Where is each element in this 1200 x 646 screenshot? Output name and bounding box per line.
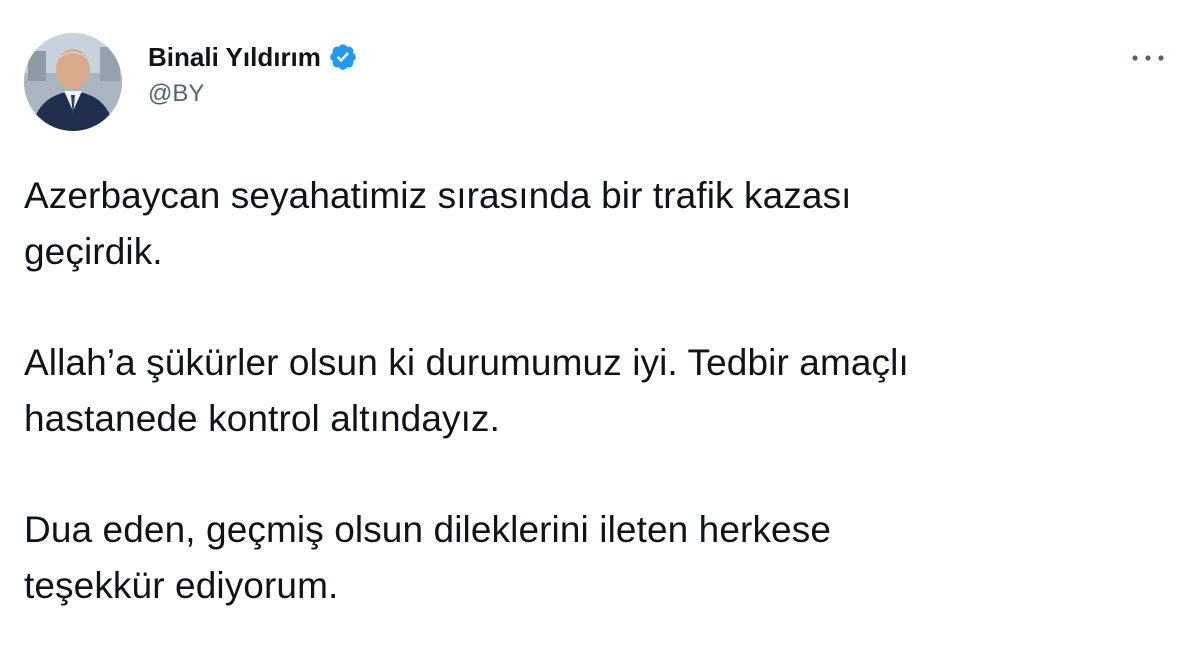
author-display-name[interactable]: Binali Yıldırım [148, 42, 321, 73]
author-handle[interactable]: @BY [148, 80, 358, 108]
author-identity: Binali Yıldırım @BY [148, 40, 358, 108]
verified-badge-icon [328, 42, 358, 72]
tweet-text: Azerbaycan seyahatimiz sırasında bir tra… [24, 168, 1164, 646]
name-row: Binali Yıldırım [148, 40, 358, 74]
tweet-paragraph-2: Allah’a şükürler olsun ki durumumuz iyi.… [24, 342, 909, 439]
tweet-header: Binali Yıldırım @BY [24, 33, 1176, 133]
more-horizontal-icon [1132, 55, 1164, 61]
author-avatar[interactable] [24, 33, 122, 131]
more-options-button[interactable] [1128, 43, 1168, 73]
tweet-paragraph-1: Azerbaycan seyahatimiz sırasında bir tra… [24, 175, 852, 272]
tweet-card: Binali Yıldırım @BY Azerbaycan seyahatim… [0, 0, 1200, 646]
avatar-photo-icon [24, 33, 122, 131]
tweet-paragraph-3: Dua eden, geçmiş olsun dileklerini ilete… [24, 509, 832, 606]
